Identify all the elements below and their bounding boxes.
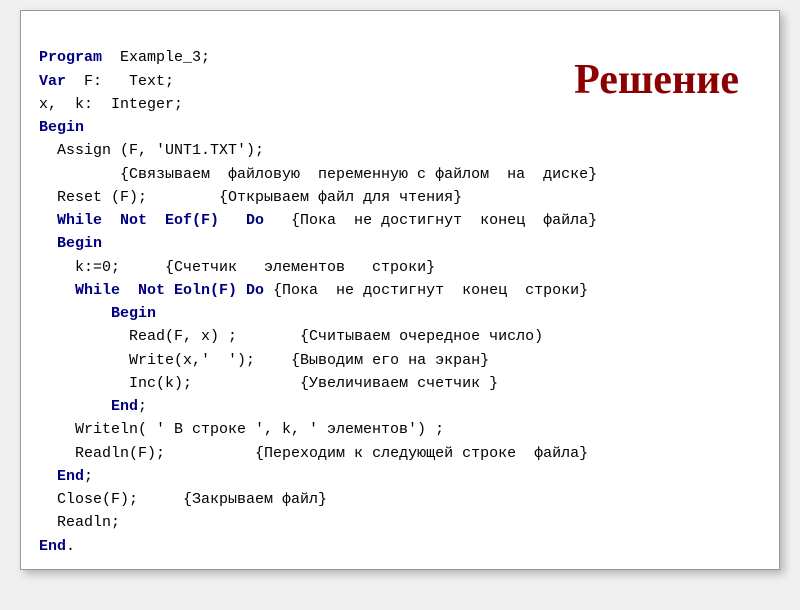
code-text: k:=0; xyxy=(39,259,120,276)
kw-end-inner: End xyxy=(39,468,84,485)
kw-while: While Not Eof(F) Do xyxy=(39,212,264,229)
code-comment: {Увеличиваем счетчик } xyxy=(192,375,498,392)
slide-title: Решение xyxy=(574,56,739,104)
code-text: Readln; xyxy=(39,514,120,531)
kw-begin-inner2: Begin xyxy=(39,305,156,322)
code-text: ; xyxy=(138,398,147,415)
kw-program: Program xyxy=(39,49,102,66)
code-block: Program Example_3; Var F: Text; x, k: In… xyxy=(39,23,761,581)
code-text: Example_3; xyxy=(102,49,210,66)
kw-begin: Begin xyxy=(39,119,84,136)
code-text: . xyxy=(66,538,75,555)
code-text: F: Text; xyxy=(66,73,174,90)
code-text: Reset (F); xyxy=(39,189,147,206)
code-text: Writeln( ' В строке ', k, ' элементов') … xyxy=(39,421,444,438)
code-text: ; xyxy=(84,468,93,485)
code-comment: {Переходим к следующей строке файла} xyxy=(165,445,588,462)
code-text: Assign (F, 'UNT1.TXT'); xyxy=(39,142,264,159)
code-comment: {Счетчик элементов строки} xyxy=(120,259,435,276)
code-text: Read(F, x) ; xyxy=(39,328,237,345)
code-text: Close(F); xyxy=(39,491,138,508)
code-text: Write(x,' '); xyxy=(39,352,255,369)
code-comment: {Пока не достигнут конец строки} xyxy=(264,282,588,299)
code-comment: {Закрываем файл} xyxy=(138,491,327,508)
kw-begin-inner: Begin xyxy=(39,235,102,252)
code-text: Inc(k); xyxy=(39,375,192,392)
slide-container: Решение Program Example_3; Var F: Text; … xyxy=(20,10,780,570)
code-comment: {Открываем файл для чтения} xyxy=(147,189,462,206)
code-comment: {Связываем файловую переменную с файлом … xyxy=(39,166,597,183)
kw-while-inner: While Not Eoln(F) Do xyxy=(39,282,264,299)
code-comment: {Пока не достигнут конец файла} xyxy=(264,212,597,229)
kw-end-inner2: End xyxy=(39,398,138,415)
kw-end: End xyxy=(39,538,66,555)
kw-var: Var xyxy=(39,73,66,90)
code-text: x, k: Integer; xyxy=(39,96,183,113)
code-comment: {Считываем очередное число) xyxy=(237,328,543,345)
code-comment: {Выводим его на экран} xyxy=(255,352,489,369)
code-text: Readln(F); xyxy=(39,445,165,462)
